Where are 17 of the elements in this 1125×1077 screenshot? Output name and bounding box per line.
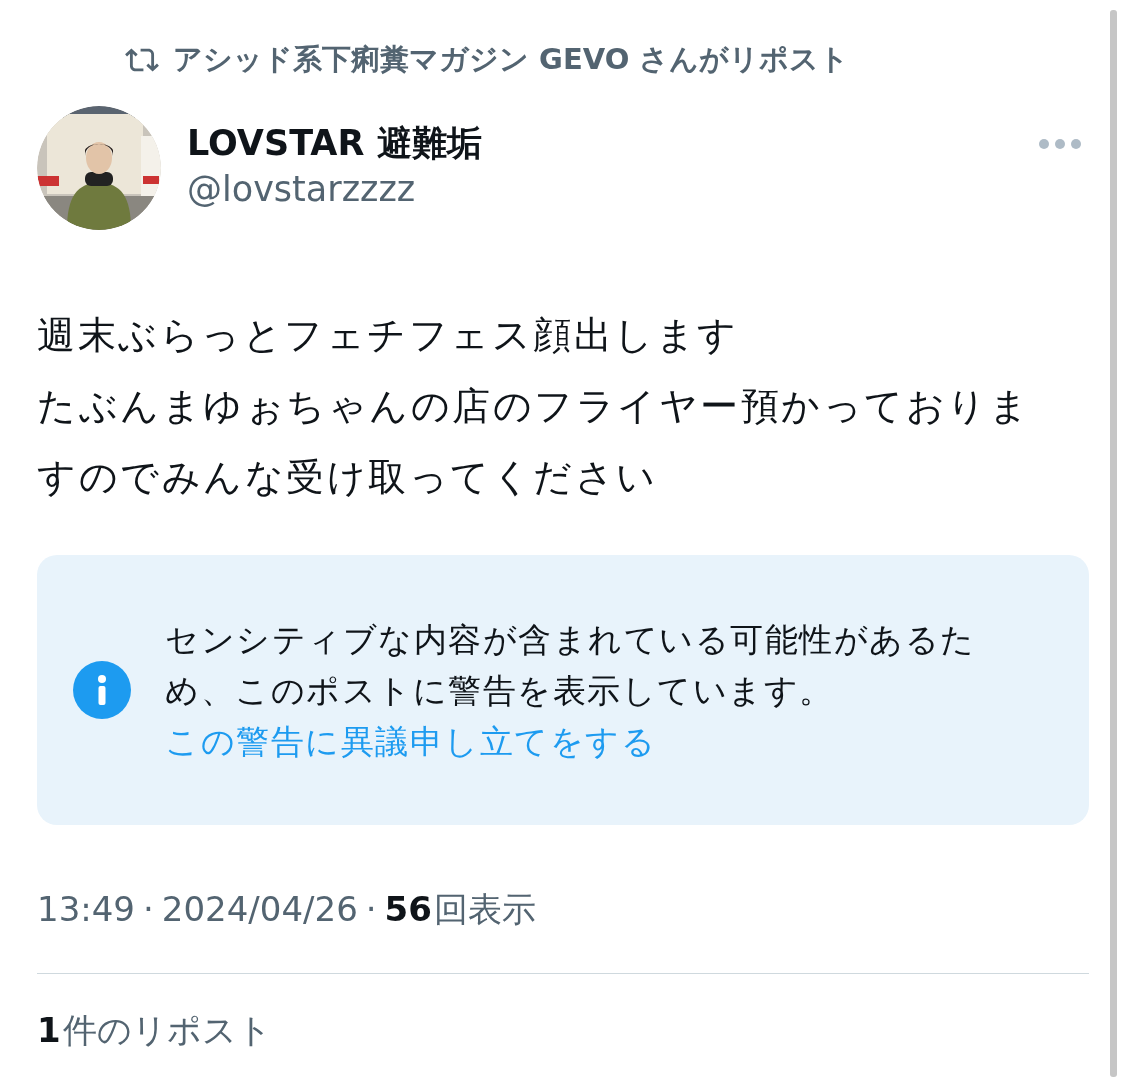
repost-banner[interactable]: アシッド系下痢糞マガジン GEVO さんがリポスト: [173, 40, 850, 80]
warning-text: センシティブな内容が含まれている可能性があるため、このポストに警告を表示しています。 この警告に異議申し立てをする: [165, 618, 977, 763]
views-count: 56: [384, 889, 432, 929]
post-time: 13:49: [37, 889, 135, 929]
scrollbar[interactable]: [1110, 10, 1117, 1077]
separator-dot: ·: [143, 889, 154, 929]
post-text: たぶんまゆぉちゃんの店のフライヤー預かっておりますのでみんな受け取ってください: [37, 383, 1031, 501]
user-name[interactable]: LOVSTAR 避難垢: [187, 120, 1038, 166]
more-icon[interactable]: [1038, 138, 1082, 150]
separator-dot: ·: [365, 889, 377, 929]
post-text: 週末ぶらっとフェチフェス顔出します: [37, 312, 740, 359]
repost-count[interactable]: 1: [37, 1010, 61, 1050]
views-label: 回表示: [433, 888, 536, 931]
repost-label[interactable]: 件のリポスト: [62, 1008, 272, 1054]
user-handle[interactable]: @lovstarzzzz: [187, 166, 1038, 212]
info-icon: [73, 661, 131, 719]
post-date: 2024/04/26: [161, 889, 358, 929]
